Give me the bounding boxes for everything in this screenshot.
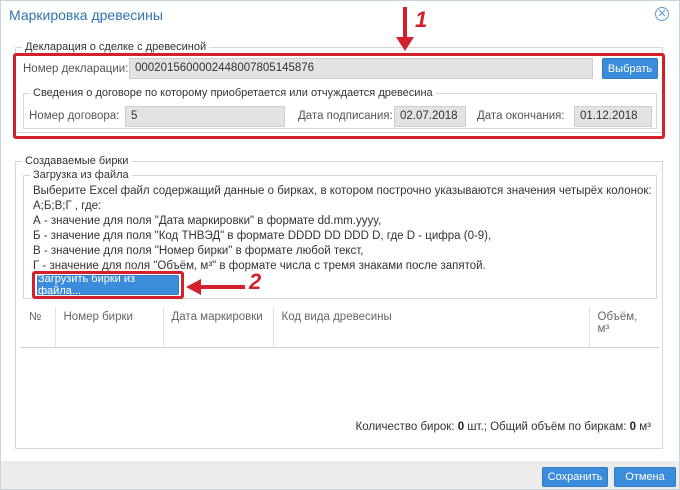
upload-legend: Загрузка из файла	[33, 169, 129, 181]
declaration-number-field[interactable]: 0002015600002448007805145876	[129, 58, 593, 79]
arrow-left-icon	[186, 279, 245, 295]
instruction-line: Г - значение для поля "Объём, м³" в форм…	[33, 260, 486, 272]
instruction-line: Выберите Excel файл содержащий данные о …	[33, 185, 652, 197]
close-icon[interactable]: ✕	[655, 7, 669, 21]
contract-number-field[interactable]: 5	[125, 106, 285, 127]
column-header-marking-date[interactable]: Дата маркировки	[162, 307, 273, 348]
count-unit: шт.;	[467, 421, 487, 433]
sign-date-label: Дата подписания:	[298, 110, 393, 122]
count-value: 0	[457, 421, 465, 433]
volume-label: Общий объём по биркам:	[490, 421, 627, 433]
tags-legend: Создаваемые бирки	[25, 155, 129, 167]
instruction-line: В - значение для поля "Номер бирки" в фо…	[33, 245, 364, 257]
select-declaration-button[interactable]: Выбрать	[602, 58, 658, 79]
sign-date-field[interactable]: 02.07.2018	[394, 106, 466, 127]
upload-instructions: Выберите Excel файл содержащий данные о …	[33, 184, 653, 274]
contract-group: Сведения о договоре по которому приобрет…	[23, 87, 657, 129]
instruction-line: Б - значение для поля "Код ТНВЭД" в форм…	[33, 230, 492, 242]
cancel-button[interactable]: Отмена	[614, 467, 676, 487]
count-label: Количество бирок:	[355, 421, 455, 433]
volume-unit: м³	[639, 421, 651, 433]
tags-table-header: № Номер бирки Дата маркировки Код вида д…	[21, 307, 659, 348]
dialog-titlebar: Маркировка древесины ✕	[1, 1, 679, 31]
column-header-number[interactable]: №	[21, 307, 55, 348]
declaration-legend: Декларация о сделке с древесиной	[25, 41, 207, 53]
marking-dialog: Маркировка древесины ✕ Декларация о сдел…	[0, 0, 680, 490]
contract-legend: Сведения о договоре по которому приобрет…	[33, 87, 433, 99]
tags-summary: Количество бирок: 0 шт.; Общий объём по …	[356, 421, 652, 433]
upload-tags-button[interactable]: Загрузить бирки из файла...	[37, 273, 179, 297]
save-button[interactable]: Сохранить	[542, 467, 608, 487]
column-header-tag-number[interactable]: Номер бирки	[54, 307, 163, 348]
dialog-title: Маркировка древесины	[9, 7, 163, 23]
instruction-line: А - значение для поля "Дата маркировки" …	[33, 215, 382, 227]
column-header-volume[interactable]: Объём, м³	[588, 307, 659, 348]
volume-value: 0	[629, 421, 637, 433]
column-header-wood-code[interactable]: Код вида древесины	[272, 307, 589, 348]
callout-number-2: 2	[249, 269, 262, 294]
callout-number-1: 1	[415, 7, 428, 32]
contract-number-label: Номер договора:	[29, 110, 120, 122]
declaration-number-label: Номер декларации:	[23, 63, 129, 75]
instruction-line: А;Б;В;Г , где:	[33, 200, 102, 212]
end-date-label: Дата окончания:	[477, 110, 565, 122]
end-date-field[interactable]: 01.12.2018	[574, 106, 652, 127]
tags-table: № Номер бирки Дата маркировки Код вида д…	[21, 307, 659, 348]
